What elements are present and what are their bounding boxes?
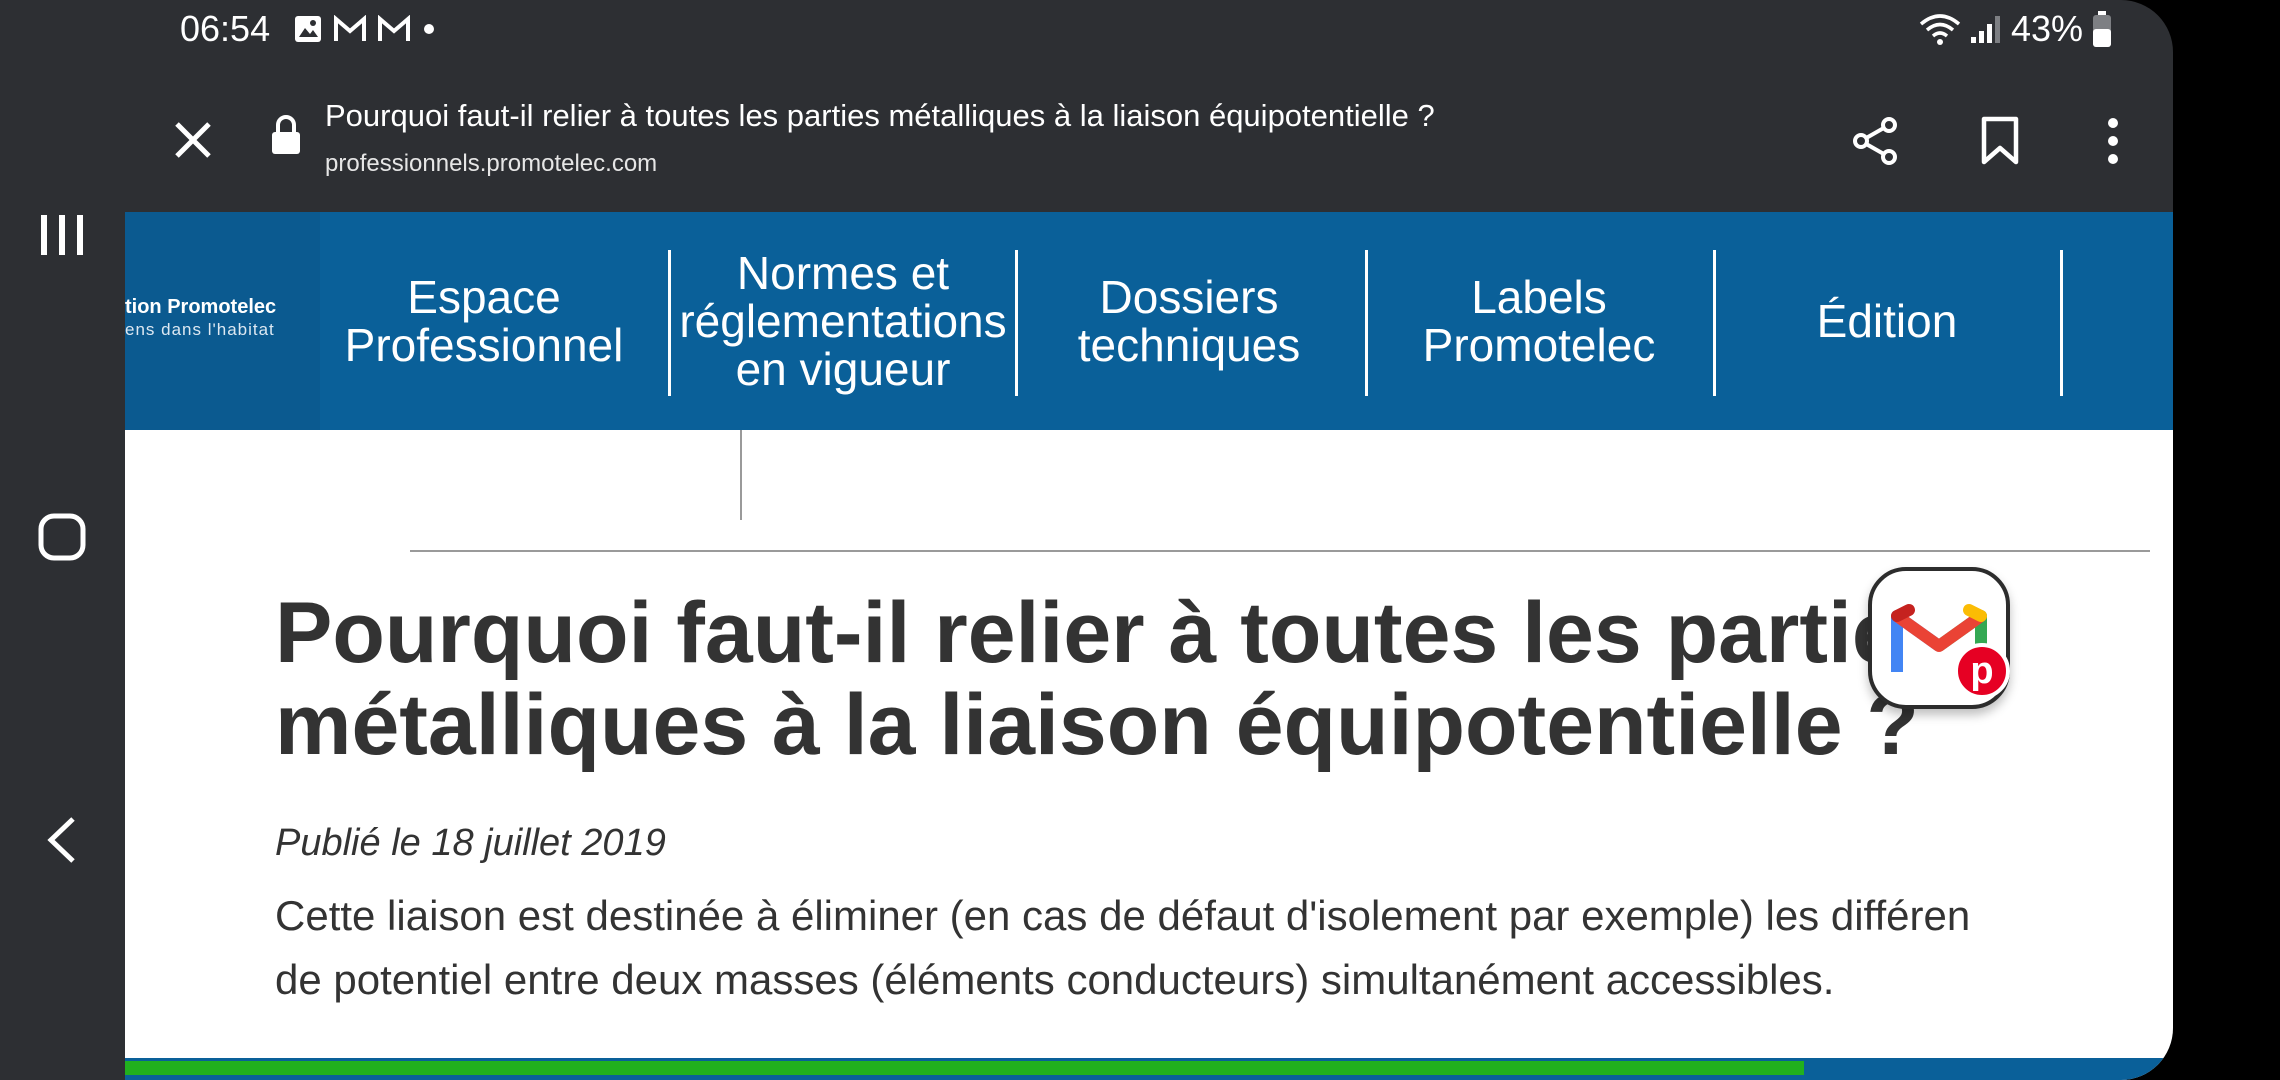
recent-apps-icon	[41, 215, 83, 255]
page-load-progress	[125, 1058, 2173, 1080]
lock-icon[interactable]	[270, 114, 302, 156]
menu-item-dossiers-techniques[interactable]: Dossiers techniques	[1015, 212, 1363, 430]
page-title[interactable]: Pourquoi faut-il relier à toutes les par…	[325, 98, 1435, 134]
back-icon	[47, 817, 75, 863]
menu-item-labels[interactable]: Labels Promotelec	[1365, 212, 1713, 430]
divider	[740, 430, 742, 520]
wifi-icon	[1919, 14, 1961, 45]
share-icon	[1853, 117, 1897, 165]
more-options-button[interactable]	[2078, 106, 2148, 176]
share-button[interactable]	[1840, 106, 1910, 176]
menu-item-espace-professionnel[interactable]: Espace Professionnel	[310, 212, 658, 430]
pinterest-icon: p	[1954, 643, 2010, 699]
status-time: 06:54	[180, 8, 271, 49]
article-body-line: Cette liaison est destinée à éliminer (e…	[275, 892, 1971, 939]
menu-item-normes[interactable]: Normes et réglementations en vigueur	[669, 212, 1017, 430]
bookmark-icon	[1981, 116, 2019, 165]
signal-icon	[1970, 16, 2000, 43]
page-load-progress-fill	[125, 1061, 1805, 1075]
gmail-icon	[334, 15, 366, 41]
home-icon	[38, 513, 86, 561]
site-logo[interactable]: tion Promotelec ens dans l'habitat	[125, 212, 320, 430]
close-tab-button[interactable]	[165, 112, 221, 168]
dot-icon	[424, 24, 434, 34]
image-icon	[295, 16, 321, 42]
article-date: Publié le 18 juillet 2019	[275, 822, 666, 864]
floating-notification-bubble[interactable]: p	[1868, 567, 2010, 709]
home-button[interactable]	[22, 497, 102, 577]
close-icon	[175, 122, 211, 158]
recent-apps-button[interactable]	[22, 195, 102, 275]
site-navigation: tion Promotelec ens dans l'habitat Espac…	[125, 212, 2173, 430]
logo-tagline: ens dans l'habitat	[125, 320, 275, 339]
bookmark-button[interactable]	[1965, 106, 2035, 176]
notification-icons	[293, 14, 437, 44]
battery-icon	[2093, 11, 2111, 47]
more-vertical-icon	[2108, 118, 2118, 164]
gmail-icon	[378, 15, 410, 41]
back-button[interactable]	[22, 800, 102, 880]
web-content: tion Promotelec ens dans l'habitat Espac…	[125, 212, 2173, 1080]
article-body: Cette liaison est destinée à éliminer (e…	[275, 884, 2173, 1012]
divider	[410, 550, 2150, 552]
article-title: Pourquoi faut-il relier à toutes les par…	[275, 585, 1948, 773]
browser-toolbar: Pourquoi faut-il relier à toutes les par…	[125, 62, 2173, 212]
battery-percent: 43%	[2010, 8, 2083, 49]
phone-screen: 06:54 43% Pourquoi faut-il relier à tout…	[125, 0, 2173, 1080]
menu-item-edition[interactable]: Édition	[1713, 212, 2061, 430]
status-bar: 06:54 43%	[125, 0, 2173, 62]
menu-separator	[2060, 250, 2063, 396]
system-navigation-bar	[0, 0, 125, 1080]
logo-text: tion Promotelec	[125, 296, 277, 318]
page-domain[interactable]: professionnels.promotelec.com	[325, 150, 657, 178]
status-right: 43%	[1919, 8, 2113, 50]
article-body-line: de potentiel entre deux masses (éléments…	[275, 956, 1835, 1003]
